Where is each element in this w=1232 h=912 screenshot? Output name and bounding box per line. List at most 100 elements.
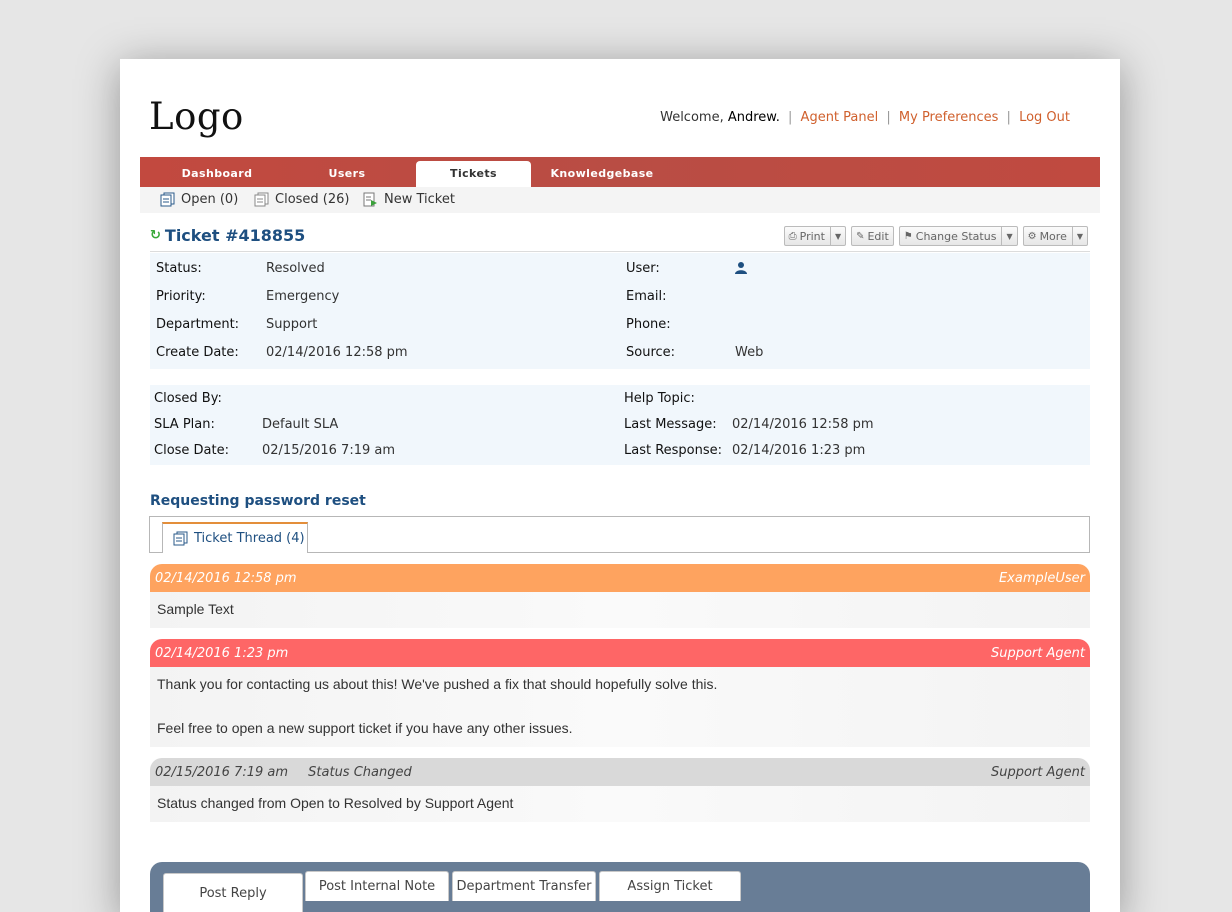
entry-author: Support Agent: [990, 764, 1085, 780]
edit-icon: ✎: [856, 230, 865, 242]
last-message-value: 02/14/2016 12:58 pm: [732, 417, 874, 432]
tab-ticket-thread[interactable]: Ticket Thread (4): [162, 522, 308, 553]
flag-icon: ⚑: [903, 230, 913, 242]
thread-tab-bar: Ticket Thread (4): [149, 516, 1090, 553]
closed-tickets-link[interactable]: Closed (26): [254, 192, 349, 207]
open-tickets-label: Open (0): [181, 192, 239, 207]
user-label: User:: [626, 261, 660, 276]
thread-entry-event: 02/15/2016 7:19 am Status Changed Suppor…: [150, 758, 1090, 822]
entry-event: Status Changed: [308, 764, 412, 780]
ticket-info-secondary: Closed By: SLA Plan: Default SLA Close D…: [150, 385, 1090, 465]
close-date-label: Close Date:: [154, 443, 229, 458]
edit-label: Edit: [867, 229, 889, 243]
tab-tickets[interactable]: Tickets: [416, 161, 531, 187]
print-label: Print: [799, 229, 825, 243]
agent-panel-link[interactable]: Agent Panel: [801, 110, 879, 125]
closed-by-label: Closed By:: [154, 391, 222, 406]
entry-date: 02/14/2016 12:58 pm: [155, 570, 297, 586]
thread-entry-body: Status changed from Open to Resolved by …: [150, 786, 1090, 822]
tickets-icon: [254, 192, 269, 207]
ticket-subject: Requesting password reset: [150, 493, 366, 509]
entry-text: Sample Text: [157, 601, 234, 617]
tab-assign-ticket[interactable]: Assign Ticket: [599, 871, 741, 901]
thread-entry-user: 02/14/2016 12:58 pm ExampleUser Sample T…: [150, 564, 1090, 628]
chevron-down-icon[interactable]: ▼: [829, 227, 841, 245]
separator: |: [1006, 110, 1011, 125]
tickets-icon: [173, 531, 188, 546]
source-value: Web: [735, 345, 764, 360]
refresh-icon[interactable]: ↻: [150, 228, 161, 243]
tab-post-reply[interactable]: Post Reply: [163, 873, 303, 912]
chevron-down-icon[interactable]: ▼: [1001, 227, 1013, 245]
tickets-icon: [160, 192, 175, 207]
status-label: Status:: [156, 261, 202, 276]
open-tickets-link[interactable]: Open (0): [160, 192, 238, 207]
department-value: Support: [266, 317, 318, 332]
entry-author: Support Agent: [990, 645, 1085, 661]
new-ticket-icon: [363, 192, 378, 207]
email-label: Email:: [626, 289, 667, 304]
entry-text: Status changed from Open to Resolved by …: [157, 795, 514, 811]
priority-value: Emergency: [266, 289, 340, 304]
main-nav-bar: Dashboard Users Tickets Knowledgebase: [140, 157, 1100, 187]
change-status-button[interactable]: ⚑ Change Status ▼: [898, 226, 1018, 246]
entry-text: Feel free to open a new support ticket i…: [157, 720, 573, 736]
more-button[interactable]: ⚙ More ▼: [1022, 226, 1088, 246]
my-preferences-link[interactable]: My Preferences: [899, 110, 999, 125]
printer-icon: ⎙: [788, 230, 797, 242]
separator: |: [788, 110, 793, 125]
sla-plan-label: SLA Plan:: [154, 417, 215, 432]
help-topic-label: Help Topic:: [624, 391, 695, 406]
tab-department-transfer[interactable]: Department Transfer: [452, 871, 596, 901]
thread-entry-header: 02/15/2016 7:19 am Status Changed Suppor…: [150, 758, 1090, 786]
thread-entry-body: Thank you for contacting us about this! …: [150, 667, 1090, 747]
close-date-value: 02/15/2016 7:19 am: [262, 443, 396, 458]
tab-post-internal-note[interactable]: Post Internal Note: [305, 871, 449, 901]
logo: Logo: [149, 95, 244, 138]
gear-icon: ⚙: [1027, 230, 1037, 242]
response-tab-bar: Post Reply Post Internal Note Department…: [150, 862, 1090, 912]
tab-dashboard[interactable]: Dashboard: [158, 161, 276, 187]
user-icon[interactable]: [735, 261, 747, 278]
chevron-down-icon[interactable]: ▼: [1071, 227, 1083, 245]
ticket-title: ↻ Ticket #418855: [150, 226, 305, 245]
ticket-info-primary: Status: Resolved Priority: Emergency Dep…: [150, 253, 1090, 369]
edit-button[interactable]: ✎ Edit: [851, 226, 894, 246]
thread-entry-agent: 02/14/2016 1:23 pm Support Agent Thank y…: [150, 639, 1090, 747]
entry-date: 02/15/2016 7:19 am: [155, 764, 289, 780]
ticket-header: ↻ Ticket #418855 ⎙ Print ▼ ✎ Edit ⚑ Chan…: [150, 226, 1090, 252]
tab-users[interactable]: Users: [288, 161, 406, 187]
thread-tab-label: Ticket Thread (4): [194, 531, 305, 546]
new-ticket-link[interactable]: New Ticket: [363, 192, 455, 207]
more-label: More: [1039, 229, 1067, 243]
last-response-label: Last Response:: [624, 443, 723, 458]
create-date-label: Create Date:: [156, 345, 239, 360]
welcome-text: Welcome,: [660, 110, 724, 125]
department-label: Department:: [156, 317, 240, 332]
ticket-sub-nav: Open (0) Closed (26) New Ticket: [140, 187, 1100, 213]
change-status-label: Change Status: [915, 229, 997, 243]
thread-entry-header: 02/14/2016 1:23 pm Support Agent: [150, 639, 1090, 667]
source-label: Source:: [626, 345, 676, 360]
print-button[interactable]: ⎙ Print ▼: [783, 226, 847, 246]
status-value: Resolved: [266, 261, 325, 276]
user-name: Andrew.: [727, 110, 780, 125]
log-out-link[interactable]: Log Out: [1019, 110, 1070, 125]
tab-knowledgebase[interactable]: Knowledgebase: [540, 161, 664, 187]
create-date-value: 02/14/2016 12:58 pm: [266, 345, 408, 360]
new-ticket-label: New Ticket: [384, 192, 455, 207]
last-message-label: Last Message:: [624, 417, 717, 432]
entry-author: ExampleUser: [998, 570, 1085, 586]
priority-label: Priority:: [156, 289, 206, 304]
ticket-actions: ⎙ Print ▼ ✎ Edit ⚑ Change Status ▼ ⚙ Mor…: [783, 226, 1088, 246]
separator: |: [886, 110, 891, 125]
top-user-nav: Welcome, Andrew. | Agent Panel | My Pref…: [660, 110, 1070, 125]
thread-entry-body: Sample Text: [150, 592, 1090, 628]
thread-entry-header: 02/14/2016 12:58 pm ExampleUser: [150, 564, 1090, 592]
entry-text: Thank you for contacting us about this! …: [157, 676, 718, 692]
last-response-value: 02/14/2016 1:23 pm: [732, 443, 866, 458]
sla-plan-value: Default SLA: [262, 417, 339, 432]
closed-tickets-label: Closed (26): [275, 192, 350, 207]
page: Logo Welcome, Andrew. | Agent Panel | My…: [120, 59, 1120, 912]
entry-date: 02/14/2016 1:23 pm: [155, 645, 289, 661]
